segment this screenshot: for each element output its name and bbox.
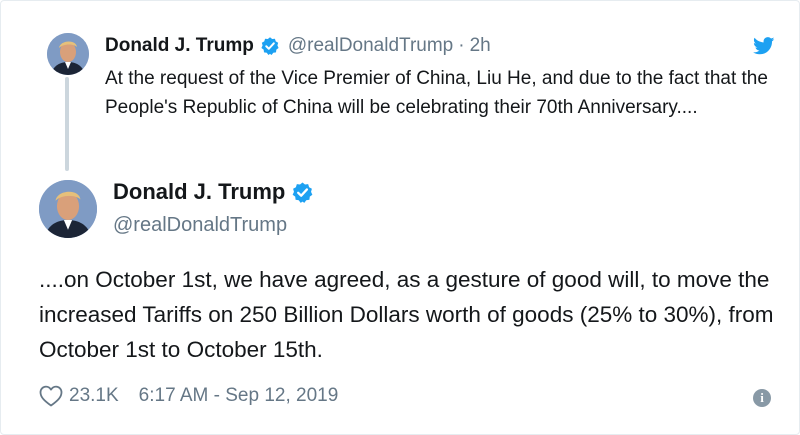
main-avatar[interactable] [39,180,97,238]
main-author-handle[interactable]: @realDonaldTrump [113,214,287,237]
parent-tweet-text: At the request of the Vice Premier of Ch… [105,68,768,118]
parent-author-handle[interactable]: @realDonaldTrump [288,35,453,57]
parent-author-name[interactable]: Donald J. Trump [105,35,254,57]
parent-avatar[interactable] [47,33,89,75]
main-tweet-header: Donald J. Trump [113,179,314,205]
info-icon[interactable]: i [753,389,771,407]
tweet-footer: 23.1K 6:17 AM - Sep 12, 2019 [39,385,338,407]
tweet-timestamp[interactable]: 6:17 AM - Sep 12, 2019 [139,385,339,407]
tweet-embed-card: Donald J. Trump @realDonaldTrump · 2h At… [0,0,800,435]
thread-connector-line [65,77,69,171]
header-separator: · [458,35,465,56]
like-count[interactable]: 23.1K [69,385,119,407]
verified-badge-icon [291,181,314,204]
verified-badge-icon [260,36,280,56]
twitter-bird-icon[interactable] [753,37,775,55]
main-author-name[interactable]: Donald J. Trump [113,179,285,205]
parent-tweet-header: Donald J. Trump @realDonaldTrump · 2h [105,35,491,57]
parent-tweet-time[interactable]: 2h [470,35,491,57]
heart-icon[interactable] [39,385,63,407]
main-tweet-text: ....on October 1st, we have agreed, as a… [39,267,774,362]
